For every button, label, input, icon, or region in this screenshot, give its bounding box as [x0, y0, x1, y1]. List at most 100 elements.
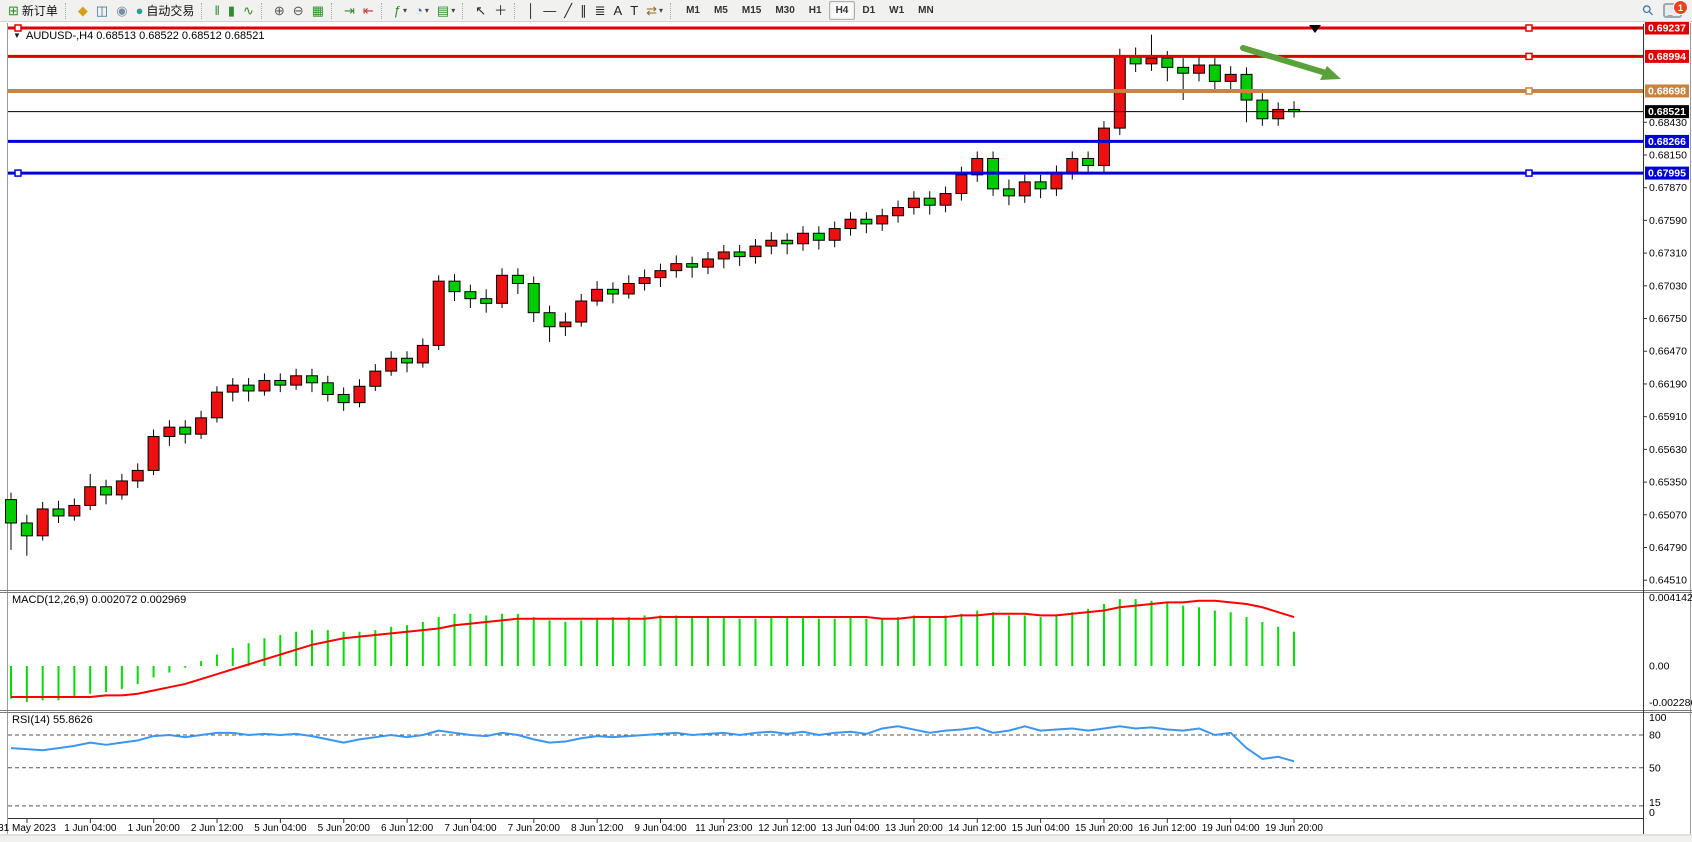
bull-candle — [877, 216, 888, 224]
toolbar-separator — [201, 3, 206, 19]
button-label: 自动交易 — [146, 2, 194, 19]
label-button[interactable]: T — [626, 0, 642, 22]
bull-candle — [291, 376, 302, 385]
chevron-down-icon[interactable]: ▾ — [659, 6, 663, 15]
deposit-button[interactable]: ◆ — [74, 0, 92, 22]
timeframe-m30-button[interactable]: M30 — [768, 1, 801, 20]
price-tick-label: 0.65910 — [1649, 411, 1687, 423]
line-anchor[interactable] — [1526, 88, 1532, 94]
symbol-dropdown-icon[interactable]: ▼ — [13, 31, 21, 40]
bear-candle — [1209, 65, 1220, 81]
rsi-axis-label: 80 — [1649, 730, 1661, 742]
chevron-down-icon[interactable]: ▾ — [425, 6, 429, 15]
timeframe-h1-button[interactable]: H1 — [802, 1, 829, 20]
rsi-axis-label: 0 — [1649, 807, 1655, 819]
line-chart-button[interactable]: ∿ — [239, 0, 258, 22]
bear-candle — [687, 264, 698, 268]
timeframe-m15-button[interactable]: M15 — [735, 1, 768, 20]
bull-candle — [702, 259, 713, 267]
toolbar-separator — [331, 3, 336, 19]
toolbar-separator — [670, 3, 675, 19]
bull-candle — [227, 385, 238, 392]
text-button[interactable]: A — [610, 0, 627, 22]
price-tick-label: 0.64510 — [1649, 575, 1687, 587]
auto-scroll-button[interactable]: ⇥ — [340, 0, 359, 22]
chevron-down-icon[interactable]: ▾ — [451, 6, 455, 15]
bar-chart-button[interactable]: ‖ — [210, 0, 223, 22]
new-order-icon: ⊞ — [8, 1, 19, 21]
timeframe-m1-button[interactable]: M1 — [679, 1, 707, 20]
indicators-button[interactable]: ƒ▾ — [390, 0, 411, 22]
time-tick-label: 7 Jun 20:00 — [508, 823, 561, 834]
crosshair-button[interactable]: ＋ — [490, 0, 511, 22]
chart-window-button[interactable]: ◫ — [92, 0, 112, 22]
timeframe-d1-button[interactable]: D1 — [855, 1, 882, 20]
line-anchor[interactable] — [1526, 53, 1532, 59]
vertical-line-button[interactable]: │ — [523, 0, 539, 22]
toolbar: ⊞新订单◆◫◉●自动交易‖▮∿⊕⊖▦⇥⇤ƒ▾◔▾▤▾↖＋│—╱∥≣AT⇄▾M1M… — [0, 0, 1692, 22]
text-icon: A — [614, 1, 623, 21]
notification-badge: 1 — [1673, 0, 1688, 15]
periods-button[interactable]: ◔▾ — [411, 0, 433, 22]
bar-chart-icon: ‖ — [214, 1, 219, 21]
line-chart-icon: ∿ — [243, 1, 254, 21]
new-order-button[interactable]: ⊞新订单 — [4, 0, 62, 22]
bull-candle — [497, 275, 508, 303]
horizontal-line-icon: — — [543, 1, 556, 21]
tile-windows-button[interactable]: ▦ — [308, 0, 328, 22]
templates-button[interactable]: ▤▾ — [433, 0, 459, 22]
fibonacci-button[interactable]: ≣ — [591, 0, 610, 22]
bear-candle — [782, 240, 793, 244]
bull-candle — [196, 418, 207, 434]
templates-icon: ▤ — [437, 1, 449, 21]
horizontal-line-button[interactable]: — — [539, 0, 560, 22]
bull-candle — [1194, 65, 1205, 73]
timeframe-h4-button[interactable]: H4 — [829, 1, 856, 20]
time-tick-label: 15 Jun 04:00 — [1012, 823, 1070, 834]
candlestick-icon: ▮ — [228, 1, 235, 21]
chevron-down-icon[interactable]: ▾ — [403, 6, 407, 15]
line-anchor[interactable] — [15, 170, 21, 176]
price-tick-label: 0.65630 — [1649, 444, 1687, 456]
macd-axis-label: 0.004142 — [1649, 592, 1692, 604]
price-level-label: 0.68994 — [1648, 51, 1686, 63]
bull-candle — [1067, 158, 1078, 172]
time-tick-label: 5 Jun 20:00 — [318, 823, 371, 834]
autotrading-button[interactable]: ●自动交易 — [132, 0, 199, 22]
zoom-in-button[interactable]: ⊕ — [270, 0, 289, 22]
cursor-button[interactable]: ↖ — [471, 0, 490, 22]
toolbar-separator — [261, 3, 266, 19]
chart-shift-button[interactable]: ⇤ — [359, 0, 378, 22]
tile-windows-icon: ▦ — [312, 1, 324, 21]
timeframe-mn-button[interactable]: MN — [911, 1, 941, 20]
chat-icon[interactable]: 1 — [1663, 3, 1682, 18]
auto-scroll-icon: ⇥ — [344, 1, 355, 21]
timeframe-m5-button[interactable]: M5 — [707, 1, 735, 20]
arrows-icon: ⇄ — [646, 1, 657, 21]
timeframe-w1-button[interactable]: W1 — [882, 1, 911, 20]
time-tick-label: 11 Jun 23:00 — [695, 823, 753, 834]
search-icon[interactable]: ⚲ — [1638, 1, 1657, 20]
bull-candle — [386, 358, 397, 371]
arrows-button[interactable]: ⇄▾ — [642, 0, 667, 22]
indicators-icon: ƒ — [394, 1, 401, 21]
price-tick-label: 0.67870 — [1649, 182, 1687, 194]
chart-canvas[interactable]: 0.684300.681500.678700.675900.673100.670… — [0, 0, 1692, 842]
line-anchor[interactable] — [1526, 170, 1532, 176]
bull-candle — [639, 278, 650, 284]
trendline-button[interactable]: ╱ — [560, 0, 576, 22]
zoom-out-button[interactable]: ⊖ — [289, 0, 308, 22]
bear-candle — [1003, 189, 1014, 196]
price-tick-label: 0.67310 — [1649, 248, 1687, 260]
line-anchor[interactable] — [1526, 25, 1532, 31]
bull-candle — [116, 481, 127, 495]
bull-candle — [1051, 173, 1062, 189]
bear-candle — [512, 275, 523, 283]
bull-candle — [940, 194, 951, 206]
bull-candle — [164, 427, 175, 436]
candlestick-button[interactable]: ▮ — [224, 0, 239, 22]
channel-button[interactable]: ∥ — [576, 0, 591, 22]
bear-candle — [338, 394, 349, 402]
signals-button[interactable]: ◉ — [112, 0, 131, 22]
bull-candle — [908, 198, 919, 207]
